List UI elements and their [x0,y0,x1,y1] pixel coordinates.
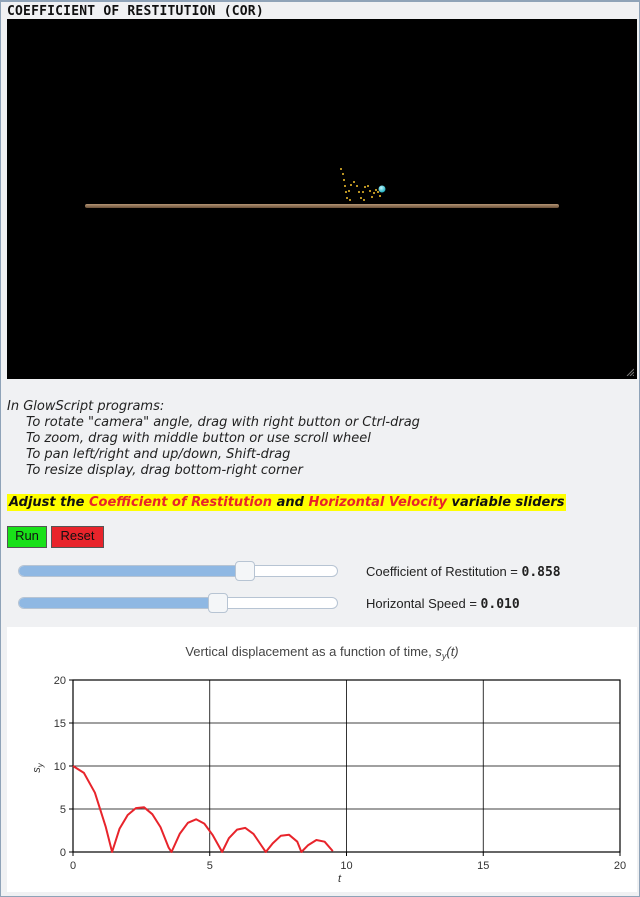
instructions: In GlowScript programs: To rotate "camer… [7,399,420,479]
speed-slider[interactable] [18,593,338,613]
instruction-resize: To resize display, drag bottom-right cor… [26,463,303,478]
reset-button[interactable]: Reset [51,526,104,548]
x-tick-label: 0 [70,860,76,872]
speed-value: 0.010 [480,597,520,612]
graph-title-text: Vertical displacement as a function of t… [185,644,436,659]
x-tick-label: 20 [614,860,626,872]
speed-label: Horizontal Speed = [366,596,481,611]
y-tick-label: 0 [60,847,66,859]
displacement-chart[interactable]: 0 5 10 15 20 0 5 10 15 20 t sy [7,627,637,892]
page-title: COEFFICIENT OF RESTITUTION (COR) [7,4,264,19]
cor-slider-handle[interactable] [235,561,255,581]
cor-readout: Coefficient of Restitution = 0.858 [366,564,561,580]
graph-title: Vertical displacement as a function of t… [7,644,637,661]
resize-grip-icon[interactable] [626,368,634,376]
instruction-zoom: To zoom, drag with middle button or use … [26,431,371,446]
banner-suffix: variable sliders [447,495,565,510]
banner-prefix: Adjust the [9,495,89,510]
bounce-trail [340,168,381,201]
cor-value: 0.858 [521,565,561,580]
banner-hv: Horizontal Velocity [308,495,448,510]
floor-slab [85,204,559,208]
run-button[interactable]: Run [7,526,47,548]
ball [378,185,386,193]
instructions-heading: In GlowScript programs: [7,399,165,414]
y-tick-label: 20 [54,675,66,687]
x-tick-label: 15 [477,860,489,872]
x-tick-label: 10 [340,860,352,872]
x-axis-label: t [338,873,342,885]
y-axis-label: sy [31,762,45,773]
speed-readout: Horizontal Speed = 0.010 [366,596,520,612]
slider-instructions-banner: Adjust the Coefficient of Restitution an… [7,494,567,511]
scene-svg [85,168,559,208]
x-tick-label: 5 [207,860,213,872]
y-tick-label: 10 [54,761,66,773]
y-tick-label: 15 [54,718,66,730]
cor-slider[interactable] [18,561,338,581]
graph-title-arg: (t) [446,644,459,659]
banner-and: and [272,495,309,510]
instruction-rotate: To rotate "camera" angle, drag with righ… [26,415,420,430]
speed-slider-handle[interactable] [208,593,228,613]
cor-slider-fill [19,566,244,576]
graph-panel: Vertical displacement as a function of t… [7,627,637,892]
y-tick-label: 5 [60,804,66,816]
speed-slider-fill [19,598,217,608]
glowscript-canvas[interactable] [7,19,637,379]
instruction-pan: To pan left/right and up/down, Shift-dra… [26,447,291,462]
cor-label: Coefficient of Restitution = [366,564,522,579]
banner-cor: Coefficient of Restitution [88,495,273,510]
